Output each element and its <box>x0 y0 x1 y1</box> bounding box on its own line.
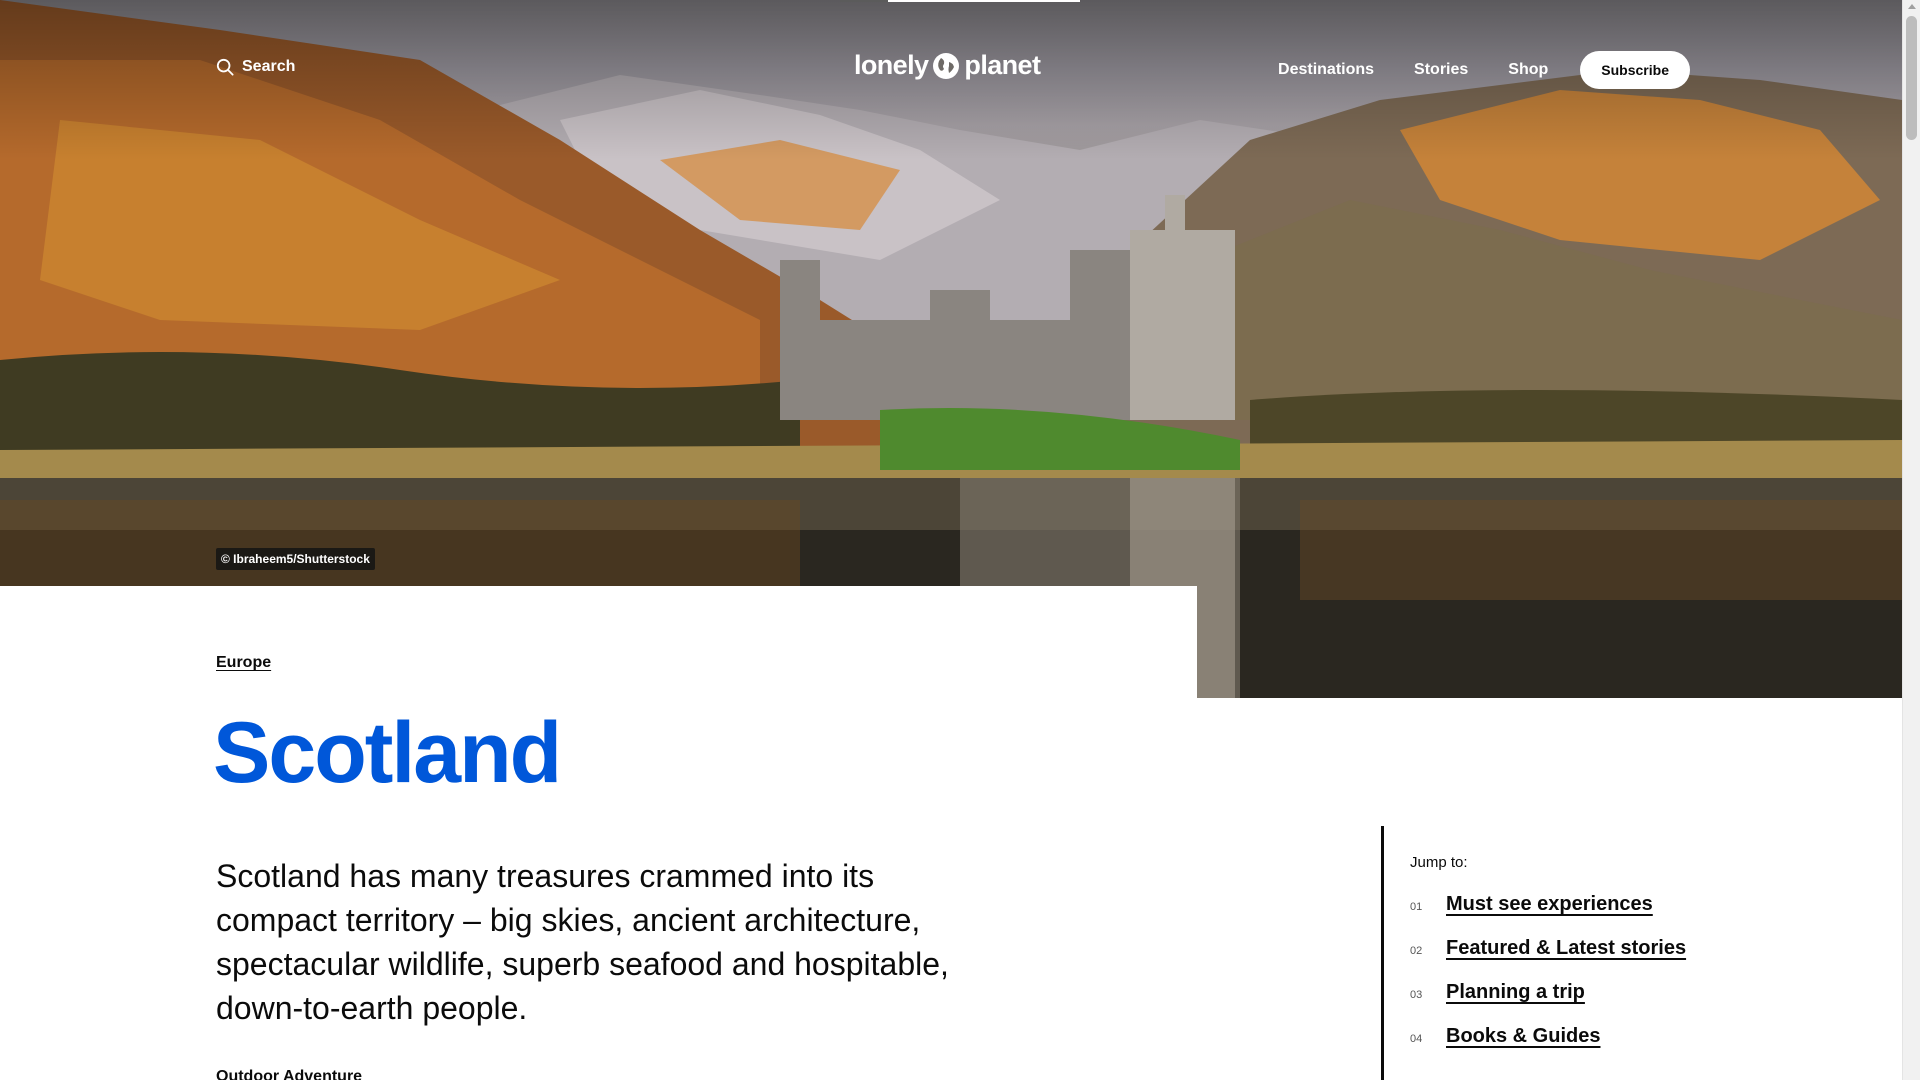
nav-destinations[interactable]: Destinations <box>1278 61 1374 79</box>
jump-item-number: 02 <box>1410 945 1423 957</box>
jump-to-list: 01 Must see experiences 02 Featured & La… <box>1410 893 1741 1048</box>
logo-text-right: planet <box>964 50 1041 80</box>
intro-paragraph: Scotland has many treasures crammed into… <box>216 858 949 1026</box>
breadcrumb-europe[interactable]: Europe <box>216 654 271 672</box>
jump-to-label: Jump to: <box>1410 854 1468 871</box>
jump-item-link[interactable]: Featured & Latest stories <box>1446 937 1686 960</box>
jump-to-panel: Jump to: 01 Must see experiences 02 Feat… <box>1381 826 1741 1080</box>
nav-stories[interactable]: Stories <box>1414 61 1468 79</box>
scroll-thumb[interactable] <box>1906 16 1917 140</box>
globe-icon <box>933 52 960 79</box>
search-label: Search <box>242 58 296 75</box>
jump-item-planning[interactable]: 03 Planning a trip <box>1410 981 1741 1004</box>
page-title: Scotland <box>213 705 562 801</box>
jump-item-link[interactable]: Books & Guides <box>1446 1025 1600 1048</box>
logo-text-left: lonely <box>854 50 929 80</box>
site-header: Search lonely planet Destinations Storie… <box>0 0 1902 140</box>
section-heading-outdoor-adventure: Outdoor Adventure <box>216 1068 363 1080</box>
jump-item-number: 03 <box>1410 989 1423 1001</box>
jump-item-number: 04 <box>1410 1033 1423 1045</box>
search-icon <box>216 58 234 76</box>
jump-item-link[interactable]: Planning a trip <box>1446 981 1585 1004</box>
page-scrollbar[interactable] <box>1902 0 1920 1080</box>
scroll-up-arrow-icon[interactable] <box>1908 4 1916 9</box>
jump-item-link[interactable]: Must see experiences <box>1446 893 1653 916</box>
site-logo[interactable]: lonely planet <box>854 50 1041 81</box>
jump-item-books[interactable]: 04 Books & Guides <box>1410 1025 1741 1048</box>
jump-item-must-see[interactable]: 01 Must see experiences <box>1410 893 1741 916</box>
jump-item-featured[interactable]: 02 Featured & Latest stories <box>1410 937 1741 960</box>
subscribe-button[interactable]: Subscribe <box>1580 51 1690 89</box>
nav-shop[interactable]: Shop <box>1508 61 1548 79</box>
main-nav: Destinations Stories Shop Subscribe <box>1278 51 1690 89</box>
photo-credit: © Ibraheem5/Shutterstock <box>216 548 375 570</box>
search-button[interactable]: Search <box>216 58 295 76</box>
jump-item-number: 01 <box>1410 901 1423 913</box>
